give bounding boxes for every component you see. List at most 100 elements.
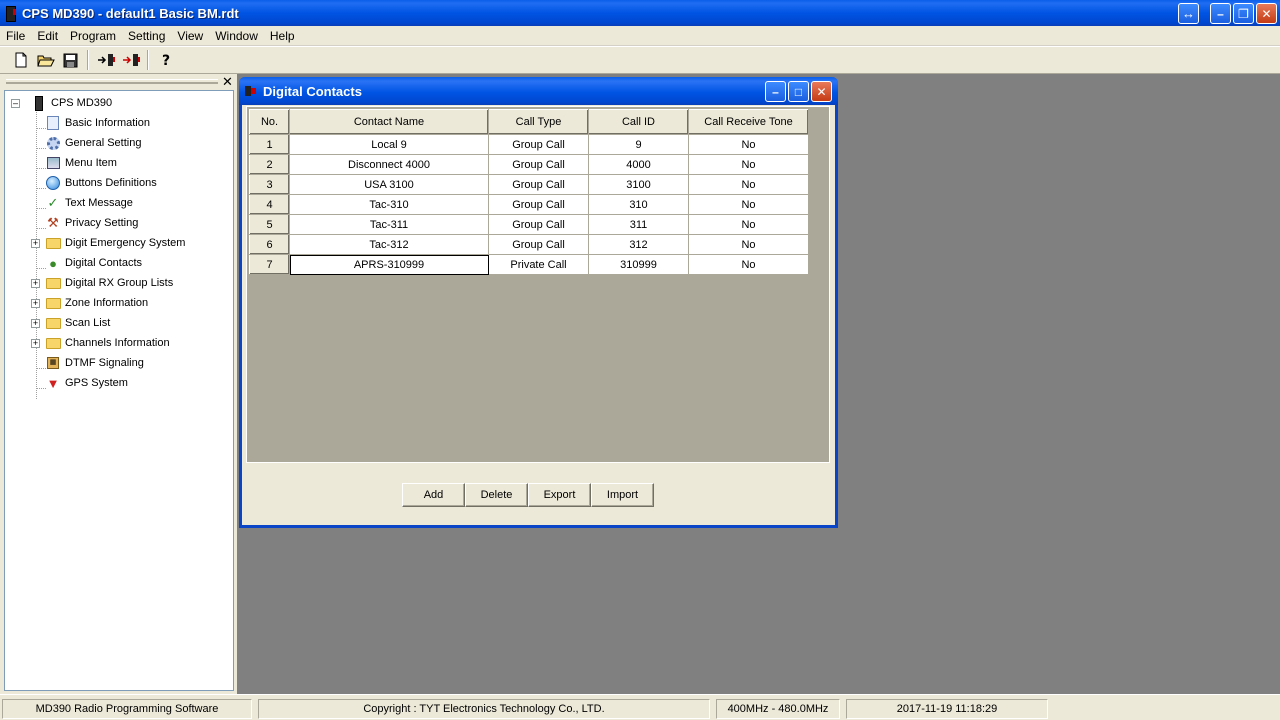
tree-item-scan-list[interactable]: + Scan List (31, 313, 110, 333)
panel-close-icon[interactable]: ✕ (222, 74, 233, 90)
cell-contact-name[interactable]: Tac-310 (289, 194, 489, 215)
cell-contact-name[interactable]: Disconnect 4000 (289, 154, 489, 175)
cell-contact-name[interactable]: USA 3100 (289, 174, 489, 195)
cell-contact-name[interactable]: Local 9 (289, 134, 489, 155)
tree-item-gps-system[interactable]: ▼ GPS System (45, 373, 128, 393)
app-title-bar[interactable]: CPS MD390 - default1 Basic BM.rdt ↔ – ❐ … (0, 0, 1280, 26)
restore-layout-icon[interactable]: ↔ (1178, 3, 1199, 24)
row-number[interactable]: 1 (249, 134, 290, 155)
table-row[interactable]: 6 Tac-312 Group Call 312 No (249, 234, 809, 255)
radio-icon (31, 95, 47, 111)
cell-call-type[interactable]: Group Call (488, 134, 589, 155)
cell-call-type[interactable]: Group Call (488, 234, 589, 255)
open-folder-icon[interactable] (33, 49, 58, 71)
cell-call-type[interactable]: Group Call (488, 194, 589, 215)
row-number[interactable]: 5 (249, 214, 290, 235)
cell-call-type[interactable]: Group Call (488, 214, 589, 235)
cell-call-receive-tone[interactable]: No (688, 214, 809, 235)
collapse-icon[interactable]: – (11, 99, 20, 108)
tree-item-zone-information[interactable]: + Zone Information (31, 293, 148, 313)
cell-call-id[interactable]: 4000 (588, 154, 689, 175)
toolbar-separator (147, 50, 149, 70)
export-button[interactable]: Export (528, 483, 591, 507)
close-button[interactable]: ✕ (1256, 3, 1277, 24)
table-row[interactable]: 2 Disconnect 4000 Group Call 4000 No (249, 154, 809, 175)
menu-help[interactable]: Help (264, 27, 301, 45)
tree-item-digit-emergency-system[interactable]: + Digit Emergency System (31, 233, 185, 253)
minimize-button[interactable]: – (1210, 3, 1231, 24)
menu-view[interactable]: View (171, 27, 209, 45)
table-row[interactable]: 7 APRS-310999 Private Call 310999 No (249, 254, 809, 275)
tree-item-general-setting[interactable]: General Setting (45, 133, 141, 153)
cell-call-id[interactable]: 3100 (588, 174, 689, 195)
expand-icon[interactable]: + (31, 279, 40, 288)
cell-call-receive-tone[interactable]: No (688, 194, 809, 215)
cell-call-receive-tone[interactable]: No (688, 234, 809, 255)
expand-icon[interactable]: + (31, 339, 40, 348)
row-number[interactable]: 6 (249, 234, 290, 255)
column-header-call-id[interactable]: Call ID (588, 109, 689, 135)
tree-item-channels-information[interactable]: + Channels Information (31, 333, 170, 353)
delete-button[interactable]: Delete (465, 483, 528, 507)
row-number[interactable]: 3 (249, 174, 290, 195)
add-button[interactable]: Add (402, 483, 465, 507)
cell-call-type[interactable]: Group Call (488, 174, 589, 195)
child-minimize-button[interactable]: – (765, 81, 786, 102)
tree-item-digital-contacts[interactable]: ● Digital Contacts (45, 253, 142, 273)
panel-grip[interactable] (6, 79, 218, 84)
new-file-icon[interactable] (8, 49, 33, 71)
status-bar: MD390 Radio Programming Software Copyrig… (0, 694, 1280, 720)
table-row[interactable]: 5 Tac-311 Group Call 311 No (249, 214, 809, 235)
tree-item-text-message[interactable]: ✓ Text Message (45, 193, 133, 213)
expand-icon[interactable]: + (31, 319, 40, 328)
cell-call-id[interactable]: 310 (588, 194, 689, 215)
expand-icon[interactable]: + (31, 299, 40, 308)
table-row[interactable]: 3 USA 3100 Group Call 3100 No (249, 174, 809, 195)
table-row[interactable]: 4 Tac-310 Group Call 310 No (249, 194, 809, 215)
checkmark-icon: ✓ (47, 195, 59, 210)
expand-icon[interactable]: + (31, 239, 40, 248)
cell-call-receive-tone[interactable]: No (688, 154, 809, 175)
import-button[interactable]: Import (591, 483, 654, 507)
column-header-call-receive-tone[interactable]: Call Receive Tone (688, 109, 809, 135)
cell-call-receive-tone[interactable]: No (688, 174, 809, 195)
read-from-radio-icon[interactable] (93, 49, 118, 71)
tree-root-cps-md390[interactable]: – CPS MD390 (11, 93, 112, 113)
tree-item-menu-item[interactable]: Menu Item (45, 153, 117, 173)
write-to-radio-icon[interactable] (118, 49, 143, 71)
cell-contact-name[interactable]: Tac-312 (289, 234, 489, 255)
table-row[interactable]: 1 Local 9 Group Call 9 No (249, 134, 809, 155)
row-number[interactable]: 7 (249, 254, 290, 275)
cell-call-id[interactable]: 310999 (588, 254, 689, 275)
child-maximize-button[interactable]: □ (788, 81, 809, 102)
tree-item-buttons-definitions[interactable]: Buttons Definitions (45, 173, 157, 193)
tree-item-digital-rx-group-lists[interactable]: + Digital RX Group Lists (31, 273, 173, 293)
menu-program[interactable]: Program (64, 27, 122, 45)
child-title-bar[interactable]: Digital Contacts – □ ✕ (239, 77, 838, 105)
cell-call-id[interactable]: 312 (588, 234, 689, 255)
help-icon[interactable]: ? (153, 49, 178, 71)
save-icon[interactable] (58, 49, 83, 71)
cell-call-id[interactable]: 9 (588, 134, 689, 155)
cell-call-id[interactable]: 311 (588, 214, 689, 235)
child-close-button[interactable]: ✕ (811, 81, 832, 102)
cell-call-receive-tone[interactable]: No (688, 134, 809, 155)
tree-item-dtmf-signaling[interactable]: ▦ DTMF Signaling (45, 353, 144, 373)
row-number[interactable]: 2 (249, 154, 290, 175)
menu-window[interactable]: Window (209, 27, 264, 45)
column-header-contact-name[interactable]: Contact Name (289, 109, 489, 135)
cell-call-receive-tone[interactable]: No (688, 254, 809, 275)
cell-call-type[interactable]: Private Call (488, 254, 589, 275)
column-header-no[interactable]: No. (249, 109, 290, 135)
cell-call-type[interactable]: Group Call (488, 154, 589, 175)
cell-contact-name[interactable]: Tac-311 (289, 214, 489, 235)
menu-edit[interactable]: Edit (31, 27, 64, 45)
tree-item-basic-information[interactable]: Basic Information (45, 113, 150, 133)
menu-setting[interactable]: Setting (122, 27, 171, 45)
tree-item-privacy-setting[interactable]: ⚒ Privacy Setting (45, 213, 138, 233)
row-number[interactable]: 4 (249, 194, 290, 215)
menu-file[interactable]: File (0, 27, 31, 45)
cell-contact-name[interactable]: APRS-310999 (289, 254, 489, 275)
column-header-call-type[interactable]: Call Type (488, 109, 589, 135)
restore-button[interactable]: ❐ (1233, 3, 1254, 24)
